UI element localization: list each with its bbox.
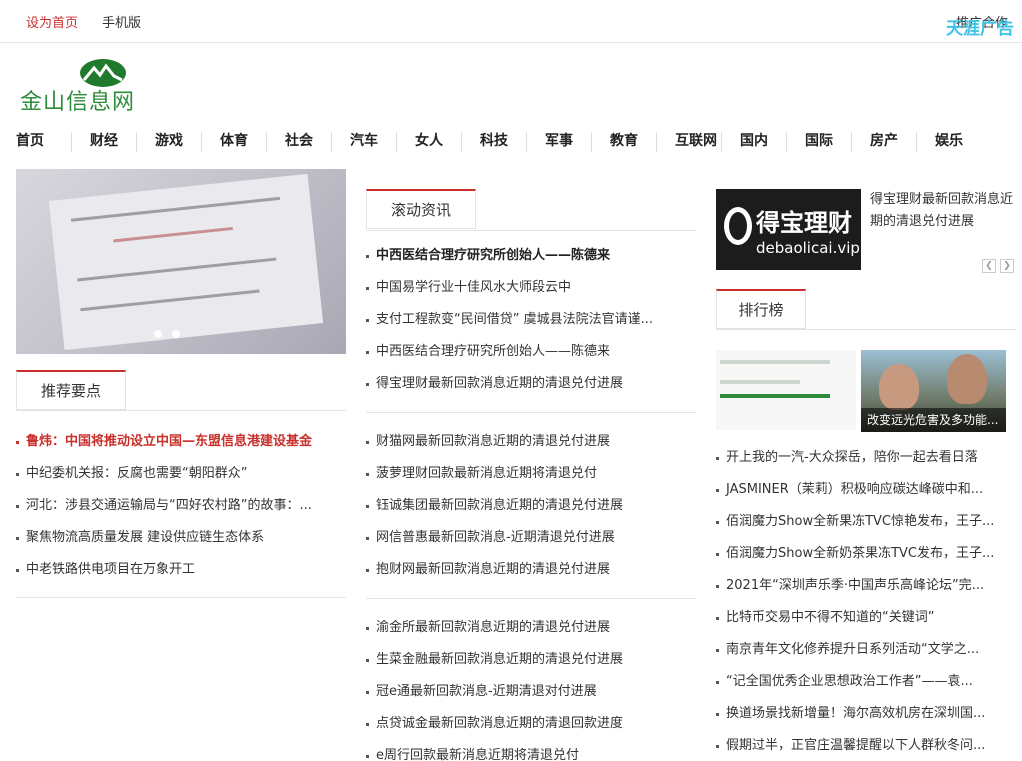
nav-item-women[interactable]: 女人 <box>415 130 443 150</box>
recommend-list: 鲁炜：中国将推动设立中国—东盟信息港建设基金 中纪委机关报：反腐也需要“朝阳群众… <box>16 426 346 586</box>
logo-text: 金山信息网 <box>20 90 136 115</box>
chevron-left-icon[interactable]: ❮ <box>982 259 996 273</box>
nav-item-finance[interactable]: 财经 <box>90 130 118 150</box>
ad-brand-cn: 得宝理财 <box>756 209 852 237</box>
list-item[interactable]: 冠e通最新回款消息-近期清退对付进展 <box>366 676 696 708</box>
nav-item-realestate[interactable]: 房产 <box>870 130 898 150</box>
nav-separator <box>786 132 787 152</box>
thumbnail-caption: 改变远光危害及多功能... <box>861 408 1006 432</box>
ad-image[interactable]: 得宝理财 debaolicai.vip <box>716 189 861 270</box>
nav-item-education[interactable]: 教育 <box>610 130 638 150</box>
ranking-thumbnail-2[interactable]: 改变远光危害及多功能... <box>861 350 1006 432</box>
chevron-right-icon[interactable]: ❯ <box>1000 259 1014 273</box>
nav-separator <box>201 132 202 152</box>
slider-image <box>48 173 324 351</box>
slider-dots <box>154 327 190 342</box>
list-item[interactable]: “记全国优秀企业思想政治工作者”——袁... <box>716 666 1016 698</box>
nav-separator <box>396 132 397 152</box>
set-home-link[interactable]: 设为首页 <box>26 12 78 31</box>
nav-separator <box>656 132 657 152</box>
mobile-version-link[interactable]: 手机版 <box>102 12 141 31</box>
nav-separator <box>721 132 722 152</box>
tab-baseline <box>366 230 696 231</box>
person-image <box>947 354 987 404</box>
list-item[interactable]: 生菜金融最新回款消息近期的清退兑付进展 <box>366 644 696 676</box>
ranking-thumbnail-1[interactable] <box>716 350 856 430</box>
top-bar: 设为首页 手机版 推广合作 天涯广告 <box>0 0 1022 43</box>
list-item[interactable]: 佰润魔力Show全新奶茶果冻TVC发布，王子... <box>716 538 1016 570</box>
nav-separator <box>851 132 852 152</box>
nav-item-tech[interactable]: 科技 <box>480 130 508 150</box>
list-item[interactable]: 渝金所最新回款消息近期的清退兑付进展 <box>366 612 696 644</box>
nav-separator <box>526 132 527 152</box>
nav-separator <box>591 132 592 152</box>
nav-item-sports[interactable]: 体育 <box>220 130 248 150</box>
site-logo[interactable]: 金山信息网 <box>20 58 190 115</box>
tab-scrolling-news[interactable]: 滚动资讯 <box>366 189 476 229</box>
list-item[interactable]: 换道场景找新增量！海尔高效机房在深圳国... <box>716 698 1016 730</box>
divider <box>366 598 696 599</box>
tab-ranking[interactable]: 排行榜 <box>716 289 806 329</box>
list-item[interactable]: 河北：涉县交通运输局与“四好农村路”的故事：... <box>16 490 346 522</box>
divider <box>366 412 696 413</box>
slider-dot-1[interactable] <box>154 330 162 338</box>
list-item[interactable]: 支付工程款变“民间借贷” 虞城县法院法官请谨... <box>366 304 696 336</box>
list-item[interactable]: 比特币交易中不得不知道的“关键词” <box>716 602 1016 634</box>
list-item[interactable]: 中西医结合理疗研究所创始人——陈德来 <box>366 336 696 368</box>
list-item[interactable]: 抱财网最新回款消息近期的清退兑付进展 <box>366 554 696 586</box>
nav-separator <box>916 132 917 152</box>
nav-separator <box>461 132 462 152</box>
nav-separator <box>136 132 137 152</box>
list-item[interactable]: 网信普惠最新回款消息-近期清退兑付进展 <box>366 522 696 554</box>
list-item[interactable]: 财猫网最新回款消息近期的清退兑付进展 <box>366 426 696 458</box>
list-item[interactable]: 中西医结合理疗研究所创始人——陈德来 <box>366 240 696 272</box>
nav-separator <box>71 132 72 152</box>
nav-item-domestic[interactable]: 国内 <box>740 130 768 150</box>
list-item[interactable]: 钰诚集团最新回款消息近期的清退兑付进展 <box>366 490 696 522</box>
nav-item-society[interactable]: 社会 <box>285 130 313 150</box>
list-item[interactable]: 中老铁路供电项目在万象开工 <box>16 554 346 586</box>
list-item[interactable]: 中纪委机关报：反腐也需要“朝阳群众” <box>16 458 346 490</box>
nav-separator <box>266 132 267 152</box>
nav-item-auto[interactable]: 汽车 <box>350 130 378 150</box>
featured-slider[interactable] <box>16 169 346 354</box>
scrolling-list-2: 财猫网最新回款消息近期的清退兑付进展 菠萝理财回款最新消息近期将清退兑付 钰诚集… <box>366 426 696 586</box>
list-item[interactable]: 聚焦物流高质量发展 建设供应链生态体系 <box>16 522 346 554</box>
nav-item-entertainment[interactable]: 娱乐 <box>935 130 963 150</box>
list-item[interactable]: 佰润魔力Show全新果冻TVC惊艳发布，王子... <box>716 506 1016 538</box>
list-item[interactable]: e周行回款最新消息近期将清退兑付 <box>366 740 696 761</box>
list-item[interactable]: 南京青年文化修养提升日系列活动“文学之... <box>716 634 1016 666</box>
list-item[interactable]: 得宝理财最新回款消息近期的清退兑付进展 <box>366 368 696 400</box>
scrolling-list-3: 渝金所最新回款消息近期的清退兑付进展 生菜金融最新回款消息近期的清退兑付进展 冠… <box>366 612 696 761</box>
list-item[interactable]: 假期过半，正官庄温馨提醒以下人群秋冬问... <box>716 730 1016 761</box>
nav-item-home[interactable]: 首页 <box>16 130 44 150</box>
ad-title-link[interactable]: 得宝理财最新回款消息近期的清退兑付进展 <box>870 189 1016 233</box>
tab-baseline <box>716 329 1016 330</box>
ad-carousel-controls: ❮ ❯ <box>982 257 1018 273</box>
divider <box>16 597 346 598</box>
ad-badge[interactable]: 天涯广告 <box>946 14 1014 39</box>
nav-separator <box>331 132 332 152</box>
list-item[interactable]: 鲁炜：中国将推动设立中国—东盟信息港建设基金 <box>16 426 346 458</box>
nav-item-internet[interactable]: 互联网 <box>675 130 717 150</box>
nav-item-international[interactable]: 国际 <box>805 130 833 150</box>
debao-logo-icon <box>724 207 752 245</box>
list-item[interactable]: JASMINER（茉莉）积极响应碳达峰碳中和... <box>716 474 1016 506</box>
list-item[interactable]: 中国易学行业十佳风水大师段云中 <box>366 272 696 304</box>
ranking-list: 开上我的一汽-大众探岳，陪你一起去看日落 JASMINER（茉莉）积极响应碳达峰… <box>716 442 1016 761</box>
nav-item-games[interactable]: 游戏 <box>155 130 183 150</box>
scrolling-list-1: 中西医结合理疗研究所创始人——陈德来 中国易学行业十佳风水大师段云中 支付工程款… <box>366 240 696 400</box>
list-item[interactable]: 开上我的一汽-大众探岳，陪你一起去看日落 <box>716 442 1016 474</box>
nav-item-military[interactable]: 军事 <box>545 130 573 150</box>
list-item[interactable]: 点贷诚金最新回款消息近期的清退回款进度 <box>366 708 696 740</box>
slider-dot-2[interactable] <box>172 330 180 338</box>
list-item[interactable]: 菠萝理财回款最新消息近期将清退兑付 <box>366 458 696 490</box>
person-image <box>879 364 919 410</box>
tab-recommend[interactable]: 推荐要点 <box>16 370 126 410</box>
list-item[interactable]: 2021年“深圳声乐季·中国声乐高峰论坛”完... <box>716 570 1016 602</box>
tab-baseline <box>16 410 346 411</box>
main-nav: 首页 财经 游戏 体育 社会 汽车 女人 科技 军事 教育 互联网 国内 国际 … <box>0 124 1022 156</box>
ad-brand-en: debaolicai.vip <box>756 239 860 257</box>
